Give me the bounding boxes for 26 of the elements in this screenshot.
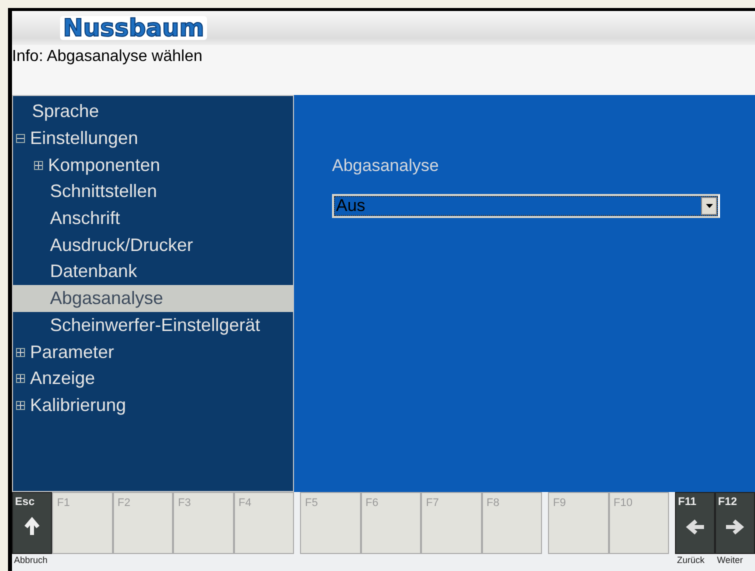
tree-item[interactable]: Komponenten — [13, 152, 293, 179]
tree-item[interactable]: Ausdruck/Drucker — [13, 232, 293, 259]
expand-icon[interactable] — [16, 400, 25, 410]
key-caption: Abbruch — [14, 554, 48, 568]
tree-item[interactable]: Anschrift — [13, 205, 293, 232]
expand-icon[interactable] — [16, 374, 25, 384]
tree-item[interactable]: Abgasanalyse — [13, 285, 293, 312]
expand-icon[interactable] — [16, 348, 25, 357]
tree-item[interactable]: Anzeige — [13, 365, 293, 392]
tree-item[interactable]: Schnittstellen — [13, 178, 293, 206]
logo: Nussbaum — [60, 16, 208, 40]
tree-item[interactable]: Datenbank — [13, 258, 293, 286]
tree-item[interactable]: Parameter — [13, 338, 293, 366]
tree-item[interactable]: Sprache — [13, 98, 293, 126]
function-key[interactable]: Esc — [12, 492, 52, 554]
key-caption: Weiter — [717, 554, 743, 568]
info-text: Info: Abgasanalyse wählen — [12, 44, 755, 94]
tree-item[interactable]: Einstellungen — [13, 125, 293, 152]
tree-item[interactable]: Scheinwerfer-Einstellgerät — [13, 312, 293, 339]
collapse-icon[interactable] — [16, 134, 25, 144]
expand-icon[interactable] — [34, 160, 43, 170]
key-caption: Zurück — [677, 554, 705, 568]
function-key[interactable]: F12 — [715, 492, 755, 554]
field-label: Abgasanalyse — [332, 154, 440, 176]
tree-item[interactable]: Kalibrierung — [13, 392, 293, 419]
function-key[interactable]: F11 — [675, 492, 715, 554]
